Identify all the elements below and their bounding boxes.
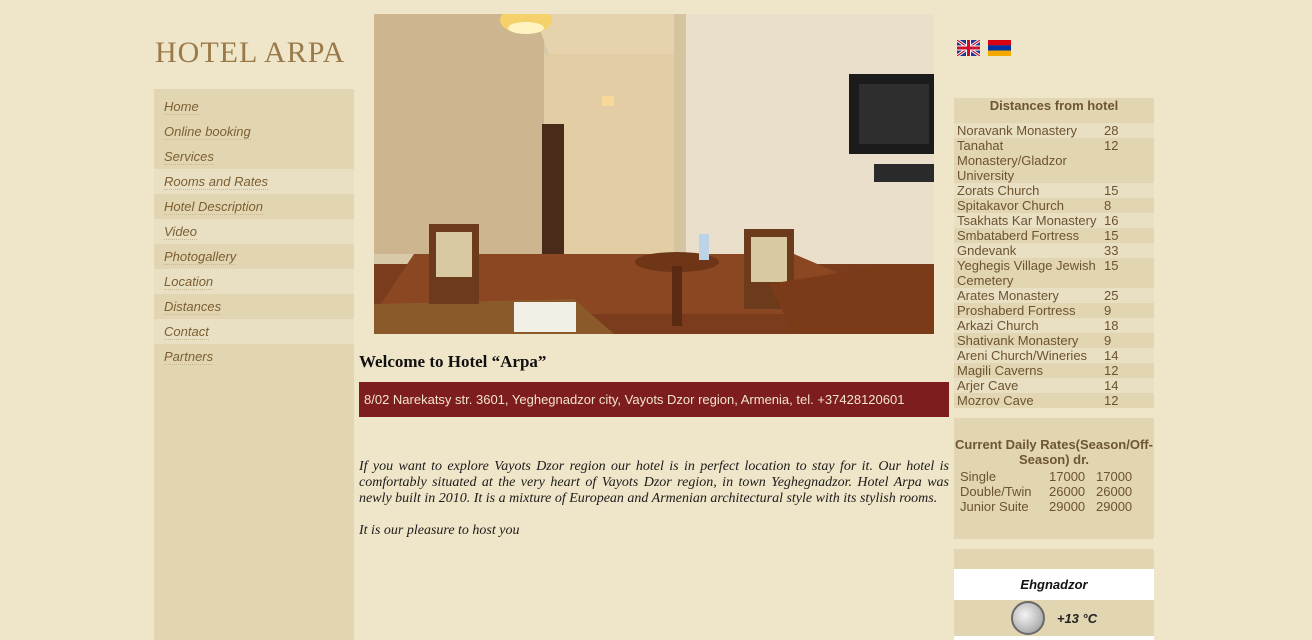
- table-row: Single 17000 17000: [954, 469, 1154, 484]
- distance-place: Yeghegis Village Jewish Cemetery: [957, 258, 1096, 288]
- table-row: Areni Church/Wineries 14: [954, 348, 1154, 363]
- distances-panel: Distances from hotel Noravank Monastery 2…: [954, 98, 1154, 408]
- distance-place: Areni Church/Wineries: [957, 348, 1088, 363]
- table-row: Shativank Monastery 9: [954, 333, 1154, 348]
- table-row: Smbataberd Fortress 15: [954, 228, 1154, 243]
- rates-title: Current Daily Rates(Season/Off-Season) d…: [955, 437, 1153, 467]
- english-flag-icon[interactable]: [956, 38, 981, 58]
- distance-km: 8: [1104, 198, 1112, 213]
- intro-text: If you want to explore Vayots Dzor regio…: [359, 459, 949, 555]
- table-row: Tsakhats Kar Monastery 16: [954, 213, 1154, 228]
- rate-offseason: 29000: [1096, 499, 1133, 514]
- table-row: Proshaberd Fortress 9: [954, 303, 1154, 318]
- rate-season: 29000: [1049, 499, 1086, 514]
- table-row: Noravank Monastery 28: [954, 123, 1154, 138]
- language-switcher: [956, 38, 1015, 58]
- distance-place: Tanahat Monastery/Gladzor University: [957, 138, 1067, 183]
- armenian-flag-icon[interactable]: [988, 40, 1012, 56]
- distance-place: Proshaberd Fortress: [957, 303, 1076, 318]
- intro-closing: It is our pleasure to host you: [359, 523, 520, 538]
- distance-place: Magili Caverns: [957, 363, 1043, 378]
- distance-km: 12: [1104, 138, 1119, 153]
- nav-item-online-booking[interactable]: Online booking: [154, 119, 354, 144]
- address-bar: 8/02 Narekatsy str. 3601, Yeghegnadzor c…: [359, 382, 949, 417]
- distance-km: 9: [1104, 333, 1112, 348]
- rate-offseason: 17000: [1096, 469, 1133, 484]
- intro-paragraph: If you want to explore Vayots Dzor regio…: [359, 459, 949, 506]
- distance-km: 12: [1104, 363, 1119, 378]
- distance-place: Gndevank: [957, 243, 1017, 258]
- rates-table: Single 17000 17000 Double/Twin 26000 26000 Jun…: [954, 469, 1154, 514]
- nav-item-partners[interactable]: Partners: [154, 344, 354, 369]
- weather-widget: Ehgnadzor +13 °C: [954, 549, 1154, 640]
- table-row: Gndevank 33: [954, 243, 1154, 258]
- distances-table: Noravank Monastery 28 Tanahat Monastery/Gl…: [954, 123, 1154, 408]
- moon-icon: [1010, 601, 1045, 635]
- nav-item-photogallery[interactable]: Photogallery: [154, 244, 354, 269]
- weather-temperature: +13 °C: [1056, 610, 1098, 626]
- distance-place: Arates Monastery: [957, 288, 1059, 303]
- nav-item-rooms-and-rates[interactable]: Rooms and Rates: [154, 169, 354, 194]
- nav-item-home[interactable]: Home: [154, 94, 354, 119]
- table-row: Arjer Cave 14: [954, 378, 1154, 393]
- table-row: Magili Caverns 12: [954, 363, 1154, 378]
- table-row: Double/Twin 26000 26000: [954, 484, 1154, 499]
- distance-place: Mozrov Cave: [957, 393, 1034, 408]
- distance-place: Arkazi Church: [957, 318, 1039, 333]
- table-row: Yeghegis Village Jewish Cemetery 15: [954, 258, 1154, 288]
- distance-km: 28: [1104, 123, 1119, 138]
- welcome-heading: Welcome to Hotel “Arpa”: [359, 352, 547, 371]
- rates-panel: Current Daily Rates(Season/Off-Season) d…: [954, 418, 1154, 539]
- distance-place: Shativank Monastery: [957, 333, 1079, 348]
- distance-place: Arjer Cave: [957, 378, 1019, 393]
- rate-offseason: 26000: [1096, 484, 1133, 499]
- distance-km: 15: [1104, 183, 1119, 198]
- table-row: Zorats Church 15: [954, 183, 1154, 198]
- distance-km: 33: [1104, 243, 1119, 258]
- distances-title: Distances from hotel: [989, 98, 1119, 113]
- distance-km: 15: [1104, 228, 1119, 243]
- sidebar-nav: Home Online booking Services Rooms and R…: [154, 89, 354, 640]
- table-row: Junior Suite 29000 29000: [954, 499, 1154, 514]
- rate-season: 17000: [1049, 469, 1086, 484]
- hotel-room-photo: [374, 14, 934, 334]
- distance-km: 12: [1104, 393, 1119, 408]
- rate-room-type: Double/Twin: [960, 484, 1032, 499]
- nav-item-location[interactable]: Location: [154, 269, 354, 294]
- nav-item-services[interactable]: Services: [154, 144, 354, 169]
- distance-place: Tsakhats Kar Monastery: [957, 213, 1097, 228]
- distance-km: 9: [1104, 303, 1112, 318]
- distance-km: 16: [1104, 213, 1119, 228]
- nav-item-video[interactable]: Video: [154, 219, 354, 244]
- nav-item-distances[interactable]: Distances: [154, 294, 354, 319]
- weather-row: +13 °C: [954, 600, 1154, 636]
- distance-km: 18: [1104, 318, 1119, 333]
- rate-room-type: Single: [960, 469, 997, 484]
- rate-room-type: Junior Suite: [960, 499, 1029, 514]
- distance-km: 25: [1104, 288, 1119, 303]
- nav-item-contact[interactable]: Contact: [154, 319, 354, 344]
- table-row: Arkazi Church 18: [954, 318, 1154, 333]
- table-row: Arates Monastery 25: [954, 288, 1154, 303]
- rate-season: 26000: [1049, 484, 1086, 499]
- site-logo[interactable]: HOTEL ARPA: [155, 36, 345, 70]
- weather-city: Ehgnadzor: [954, 569, 1154, 600]
- table-row: Tanahat Monastery/Gladzor University 12: [954, 138, 1154, 183]
- distance-place: Smbataberd Fortress: [957, 228, 1080, 243]
- table-row: Mozrov Cave 12: [954, 393, 1154, 408]
- distance-km: 14: [1104, 378, 1119, 393]
- distance-place: Zorats Church: [957, 183, 1040, 198]
- distance-place: Noravank Monastery: [957, 123, 1077, 138]
- table-row: Spitakavor Church 8: [954, 198, 1154, 213]
- distance-km: 14: [1104, 348, 1119, 363]
- nav-item-hotel-description[interactable]: Hotel Description: [154, 194, 354, 219]
- distance-km: 15: [1104, 258, 1119, 273]
- distance-place: Spitakavor Church: [957, 198, 1064, 213]
